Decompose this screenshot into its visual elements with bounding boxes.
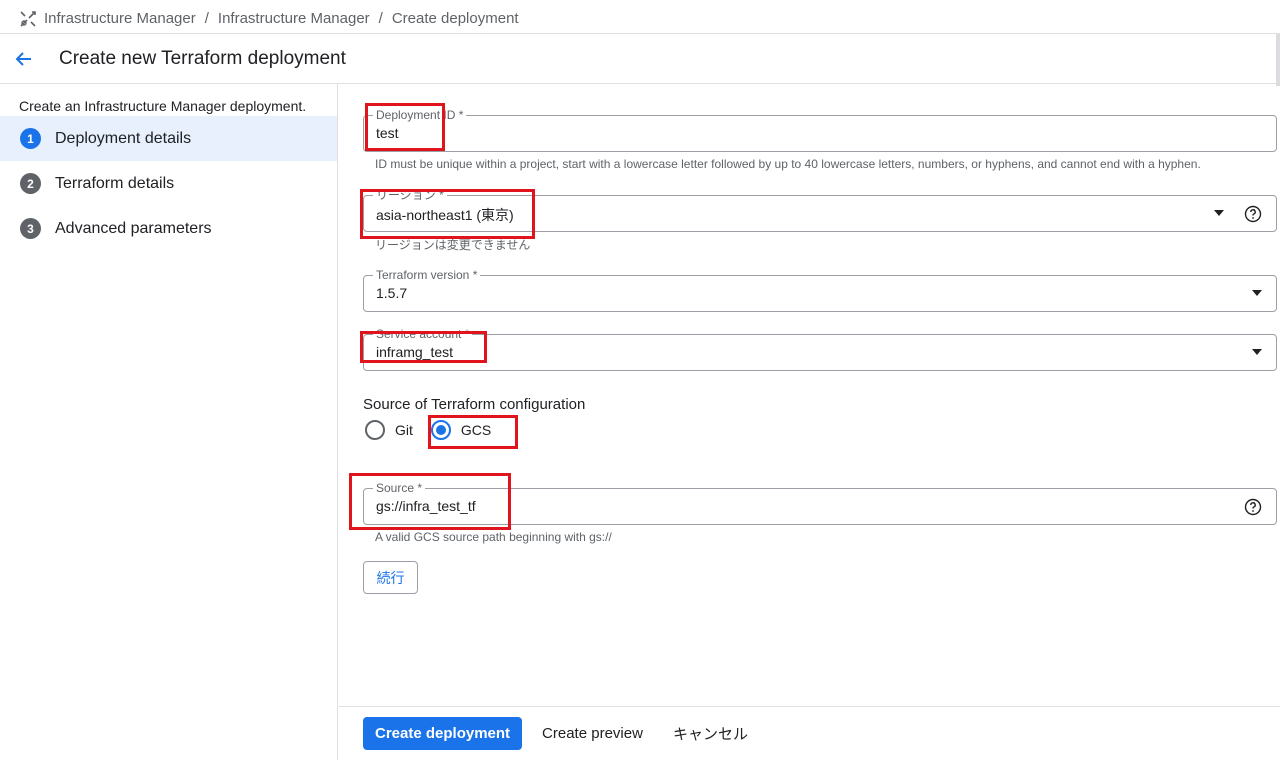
step-label: Advanced parameters [55,219,212,237]
terraform-version-label: Terraform version * [373,267,481,283]
step-advanced-parameters[interactable]: 3 Advanced parameters [0,206,337,251]
radio-gcs[interactable]: GCS [430,420,492,440]
deployment-id-field[interactable]: Deployment ID * test [363,107,1277,152]
source-field[interactable]: Source * gs://infra_test_tf [363,480,1277,525]
radio-label: GCS [460,422,492,438]
breadcrumb-item-infra-manager[interactable]: Infrastructure Manager [44,10,196,27]
region-value: asia-northeast1 (東京) [376,207,514,223]
terraform-version-select[interactable]: Terraform version * 1.5.7 [363,267,1277,312]
source-config-radio-group: Git GCS [365,420,509,440]
deployment-id-hint: ID must be unique within a project, star… [375,157,1201,171]
source-value[interactable]: gs://infra_test_tf [376,498,476,514]
dropdown-arrow-icon[interactable] [1214,210,1224,216]
deployment-id-value[interactable]: test [376,125,399,141]
sidebar-intro: Create an Infrastructure Manager deploym… [19,98,307,114]
dropdown-arrow-icon[interactable] [1252,290,1262,296]
step-number: 2 [20,173,41,194]
region-hint: リージョンは変更できません [375,238,531,252]
terraform-version-value: 1.5.7 [376,285,408,301]
step-terraform-details[interactable]: 2 Terraform details [0,161,337,206]
form-footer: Create deployment Create preview キャンセル [339,706,1280,760]
continue-button[interactable]: 続行 [363,561,418,594]
radio-unchecked-icon [365,420,385,440]
service-account-value: inframg_test [376,344,454,360]
breadcrumb-separator: / [204,10,209,27]
arrow-back-icon[interactable] [9,44,39,74]
page-title: Create new Terraform deployment [59,47,346,69]
help-icon[interactable] [1244,498,1262,516]
dropdown-arrow-icon[interactable] [1252,349,1262,355]
cancel-button[interactable]: キャンセル [663,717,758,750]
service-account-select[interactable]: Service account * inframg_test [363,326,1277,371]
infra-manager-icon [18,9,38,29]
scrollbar[interactable] [1276,34,1280,86]
page-header: Create new Terraform deployment [0,34,1280,84]
create-preview-button[interactable]: Create preview [532,717,653,750]
step-number: 3 [20,218,41,239]
region-select[interactable]: リージョン * asia-northeast1 (東京) [363,187,1277,232]
radio-git[interactable]: Git [365,420,413,440]
region-label: リージョン * [373,187,447,203]
breadcrumb-item-infra-manager-2[interactable]: Infrastructure Manager [218,10,370,27]
source-config-title: Source of Terraform configuration [363,396,586,413]
breadcrumb-item-create-deployment: Create deployment [391,10,519,27]
source-label: Source * [373,480,426,496]
step-number: 1 [20,128,41,149]
radio-checked-icon [430,420,451,440]
step-deployment-details[interactable]: 1 Deployment details [0,116,337,161]
step-label: Deployment details [55,129,192,147]
deployment-id-label: Deployment ID * [373,107,467,123]
stepper-sidebar: Create an Infrastructure Manager deploym… [0,84,338,760]
step-label: Terraform details [55,174,175,192]
source-hint: A valid GCS source path beginning with g… [375,530,612,544]
breadcrumb-separator: / [378,10,383,27]
help-icon[interactable] [1244,205,1262,223]
deployment-form: Deployment ID * test ID must be unique w… [339,84,1280,706]
breadcrumb: Infrastructure Manager / Infrastructure … [0,4,1280,34]
create-deployment-button[interactable]: Create deployment [363,717,523,750]
radio-label: Git [395,422,413,438]
service-account-label: Service account * [373,326,473,342]
